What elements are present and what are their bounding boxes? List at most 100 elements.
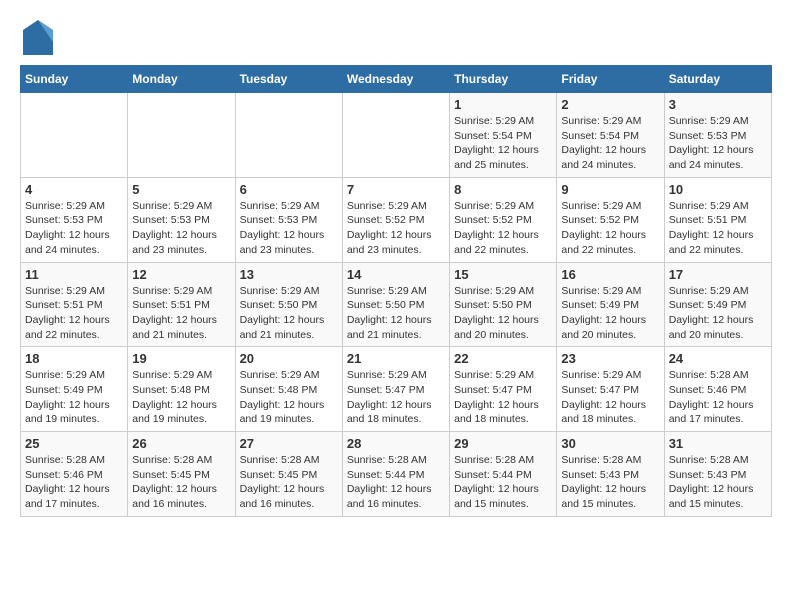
calendar-cell: 22 Sunrise: 5:29 AM Sunset: 5:47 PM Dayli… <box>450 347 557 432</box>
day-number: 17 <box>669 267 767 282</box>
day-number: 29 <box>454 436 552 451</box>
calendar-cell: 20 Sunrise: 5:29 AM Sunset: 5:48 PM Dayli… <box>235 347 342 432</box>
day-info: Sunrise: 5:29 AM Sunset: 5:52 PM Dayligh… <box>454 199 552 258</box>
calendar-cell: 25 Sunrise: 5:28 AM Sunset: 5:46 PM Dayli… <box>21 432 128 517</box>
header-sunday: Sunday <box>21 66 128 93</box>
day-info: Sunrise: 5:29 AM Sunset: 5:48 PM Dayligh… <box>240 368 338 427</box>
day-info: Sunrise: 5:29 AM Sunset: 5:47 PM Dayligh… <box>561 368 659 427</box>
calendar-cell: 2 Sunrise: 5:29 AM Sunset: 5:54 PM Daylig… <box>557 93 664 178</box>
day-info: Sunrise: 5:29 AM Sunset: 5:50 PM Dayligh… <box>240 284 338 343</box>
header-monday: Monday <box>128 66 235 93</box>
day-number: 28 <box>347 436 445 451</box>
calendar-cell: 28Sunrise: 5:28 AM Sunset: 5:44 PM Dayli… <box>342 432 449 517</box>
day-number: 27 <box>240 436 338 451</box>
day-number: 16 <box>561 267 659 282</box>
calendar-cell: 17 Sunrise: 5:29 AM Sunset: 5:49 PM Dayli… <box>664 262 771 347</box>
calendar-cell: 15 Sunrise: 5:29 AM Sunset: 5:50 PM Dayli… <box>450 262 557 347</box>
day-info: Sunrise: 5:29 AM Sunset: 5:53 PM Dayligh… <box>240 199 338 258</box>
day-number: 2 <box>561 97 659 112</box>
page-header <box>20 20 772 55</box>
calendar-cell: 23 Sunrise: 5:29 AM Sunset: 5:47 PM Dayli… <box>557 347 664 432</box>
day-number: 1 <box>454 97 552 112</box>
calendar-cell: 7 Sunrise: 5:29 AM Sunset: 5:52 PM Daylig… <box>342 177 449 262</box>
day-number: 23 <box>561 351 659 366</box>
day-info: Sunrise: 5:29 AM Sunset: 5:53 PM Dayligh… <box>132 199 230 258</box>
day-info: Sunrise: 5:28 AM Sunset: 5:43 PM Dayligh… <box>669 453 767 512</box>
day-number: 10 <box>669 182 767 197</box>
calendar-cell: 26Sunrise: 5:28 AM Sunset: 5:45 PM Dayli… <box>128 432 235 517</box>
day-info: Sunrise: 5:29 AM Sunset: 5:53 PM Dayligh… <box>669 114 767 173</box>
calendar-header: SundayMondayTuesdayWednesdayThursdayFrid… <box>21 66 772 93</box>
header-wednesday: Wednesday <box>342 66 449 93</box>
logo <box>20 20 53 55</box>
calendar-cell: 16 Sunrise: 5:29 AM Sunset: 5:49 PM Dayli… <box>557 262 664 347</box>
day-info: Sunrise: 5:29 AM Sunset: 5:52 PM Dayligh… <box>347 199 445 258</box>
day-info: Sunrise: 5:28 AM Sunset: 5:46 PM Dayligh… <box>669 368 767 427</box>
week-row-4: 25 Sunrise: 5:28 AM Sunset: 5:46 PM Dayli… <box>21 432 772 517</box>
logo-icon <box>23 20 53 55</box>
day-number: 6 <box>240 182 338 197</box>
header-saturday: Saturday <box>664 66 771 93</box>
header-tuesday: Tuesday <box>235 66 342 93</box>
calendar-cell: 24 Sunrise: 5:28 AM Sunset: 5:46 PM Dayli… <box>664 347 771 432</box>
day-info: Sunrise: 5:28 AM Sunset: 5:43 PM Dayligh… <box>561 453 659 512</box>
day-number: 20 <box>240 351 338 366</box>
day-info: Sunrise: 5:29 AM Sunset: 5:47 PM Dayligh… <box>454 368 552 427</box>
calendar-cell <box>342 93 449 178</box>
calendar-body: 1 Sunrise: 5:29 AM Sunset: 5:54 PM Daylig… <box>21 93 772 517</box>
day-info: Sunrise: 5:29 AM Sunset: 5:53 PM Dayligh… <box>25 199 123 258</box>
header-thursday: Thursday <box>450 66 557 93</box>
day-number: 30 <box>561 436 659 451</box>
day-number: 11 <box>25 267 123 282</box>
day-number: 31 <box>669 436 767 451</box>
calendar-cell: 13 Sunrise: 5:29 AM Sunset: 5:50 PM Dayli… <box>235 262 342 347</box>
calendar-cell: 29 Sunrise: 5:28 AM Sunset: 5:44 PM Dayli… <box>450 432 557 517</box>
calendar-cell: 19Sunrise: 5:29 AM Sunset: 5:48 PM Dayli… <box>128 347 235 432</box>
day-number: 22 <box>454 351 552 366</box>
day-info: Sunrise: 5:29 AM Sunset: 5:49 PM Dayligh… <box>669 284 767 343</box>
calendar-cell <box>128 93 235 178</box>
day-info: Sunrise: 5:29 AM Sunset: 5:54 PM Dayligh… <box>561 114 659 173</box>
day-info: Sunrise: 5:29 AM Sunset: 5:48 PM Dayligh… <box>132 368 230 427</box>
day-number: 3 <box>669 97 767 112</box>
week-row-0: 1 Sunrise: 5:29 AM Sunset: 5:54 PM Daylig… <box>21 93 772 178</box>
day-info: Sunrise: 5:28 AM Sunset: 5:44 PM Dayligh… <box>454 453 552 512</box>
day-number: 9 <box>561 182 659 197</box>
calendar-cell: 4 Sunrise: 5:29 AM Sunset: 5:53 PM Daylig… <box>21 177 128 262</box>
day-info: Sunrise: 5:29 AM Sunset: 5:47 PM Dayligh… <box>347 368 445 427</box>
day-number: 14 <box>347 267 445 282</box>
calendar-cell: 3 Sunrise: 5:29 AM Sunset: 5:53 PM Daylig… <box>664 93 771 178</box>
calendar-cell: 27Sunrise: 5:28 AM Sunset: 5:45 PM Dayli… <box>235 432 342 517</box>
week-row-1: 4 Sunrise: 5:29 AM Sunset: 5:53 PM Daylig… <box>21 177 772 262</box>
header-row: SundayMondayTuesdayWednesdayThursdayFrid… <box>21 66 772 93</box>
calendar-cell: 1Sunrise: 5:29 AM Sunset: 5:54 PM Daylig… <box>450 93 557 178</box>
day-info: Sunrise: 5:29 AM Sunset: 5:49 PM Dayligh… <box>25 368 123 427</box>
calendar-cell: 5Sunrise: 5:29 AM Sunset: 5:53 PM Daylig… <box>128 177 235 262</box>
calendar-cell <box>235 93 342 178</box>
day-info: Sunrise: 5:28 AM Sunset: 5:46 PM Dayligh… <box>25 453 123 512</box>
calendar-cell: 8 Sunrise: 5:29 AM Sunset: 5:52 PM Daylig… <box>450 177 557 262</box>
header-friday: Friday <box>557 66 664 93</box>
day-number: 21 <box>347 351 445 366</box>
day-info: Sunrise: 5:29 AM Sunset: 5:50 PM Dayligh… <box>454 284 552 343</box>
week-row-3: 18Sunrise: 5:29 AM Sunset: 5:49 PM Dayli… <box>21 347 772 432</box>
day-info: Sunrise: 5:29 AM Sunset: 5:51 PM Dayligh… <box>25 284 123 343</box>
calendar-cell: 31 Sunrise: 5:28 AM Sunset: 5:43 PM Dayli… <box>664 432 771 517</box>
day-number: 26 <box>132 436 230 451</box>
day-number: 24 <box>669 351 767 366</box>
day-number: 25 <box>25 436 123 451</box>
calendar-cell: 30 Sunrise: 5:28 AM Sunset: 5:43 PM Dayli… <box>557 432 664 517</box>
calendar-cell: 18Sunrise: 5:29 AM Sunset: 5:49 PM Dayli… <box>21 347 128 432</box>
day-info: Sunrise: 5:29 AM Sunset: 5:49 PM Dayligh… <box>561 284 659 343</box>
day-info: Sunrise: 5:29 AM Sunset: 5:50 PM Dayligh… <box>347 284 445 343</box>
day-number: 7 <box>347 182 445 197</box>
day-number: 8 <box>454 182 552 197</box>
calendar-cell: 11 Sunrise: 5:29 AM Sunset: 5:51 PM Dayli… <box>21 262 128 347</box>
day-number: 4 <box>25 182 123 197</box>
calendar-cell: 10Sunrise: 5:29 AM Sunset: 5:51 PM Dayli… <box>664 177 771 262</box>
day-number: 13 <box>240 267 338 282</box>
day-number: 15 <box>454 267 552 282</box>
calendar-cell <box>21 93 128 178</box>
calendar-table: SundayMondayTuesdayWednesdayThursdayFrid… <box>20 65 772 517</box>
calendar-cell: 12Sunrise: 5:29 AM Sunset: 5:51 PM Dayli… <box>128 262 235 347</box>
